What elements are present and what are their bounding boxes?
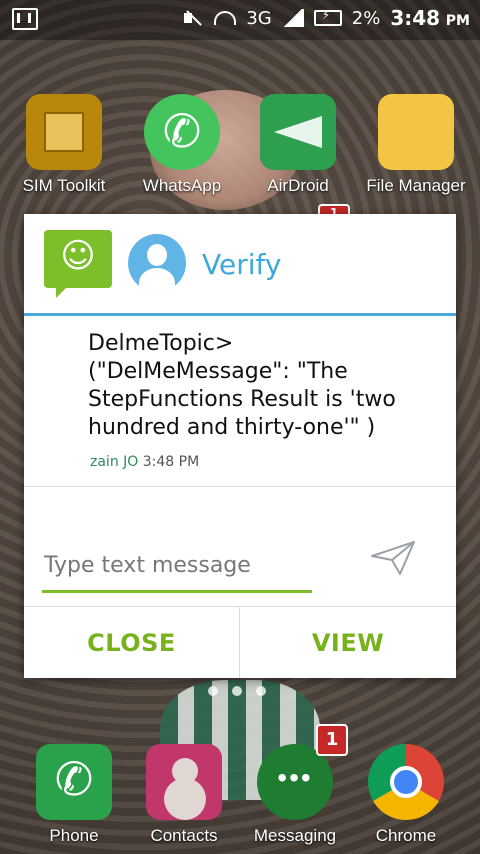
airdroid-icon [260,94,336,170]
divider [24,486,456,487]
app-label: Phone [49,826,99,845]
battery-icon [313,8,342,26]
app-label: File Manager [366,176,466,195]
app-whatsapp[interactable]: WhatsApp [132,94,232,196]
battery-percent: 2% [351,7,381,29]
dialog-header: ☺ Verify [24,214,456,316]
message-sender: zain JO [90,454,139,470]
status-bar: 3G 2% 3:48 PM [0,0,480,40]
signal-icon [281,9,304,27]
page-dot [256,686,266,696]
contact-avatar [128,234,186,292]
gmail-icon [12,8,38,30]
app-label: WhatsApp [142,176,222,195]
sim-card-icon [26,94,102,170]
app-file-manager[interactable]: File Manager [366,94,466,196]
page-dot [232,686,242,696]
app-label: Messaging [253,826,337,845]
message-meta: zain JO 3:48 PM [90,454,199,470]
dock-messaging[interactable]: Messaging [245,744,345,846]
clock: 3:48 PM [390,6,470,30]
close-button[interactable]: CLOSE [24,607,240,678]
view-button[interactable]: VIEW [240,607,456,678]
message-time: 3:48 PM [142,454,200,470]
page-indicator [208,686,266,696]
dock-chrome[interactable]: Chrome [356,744,456,846]
wifi-icon [214,11,237,25]
app-airdroid[interactable]: AirDroid [248,94,348,196]
mute-icon [182,7,204,29]
folder-icon [378,94,454,170]
reply-input[interactable] [42,544,316,586]
app-sim-toolkit[interactable]: SIM Toolkit [14,94,114,196]
whatsapp-icon [144,94,220,170]
app-label: SIM Toolkit [22,176,106,195]
dock-phone[interactable]: Phone [24,744,124,846]
send-icon[interactable] [370,540,416,576]
clock-time: 3:48 [390,6,441,30]
app-label: AirDroid [267,176,329,195]
message-dialog: ☺ Verify DelmeTopic> ("DelMeMessage": "T… [24,214,456,678]
chrome-icon [368,744,444,820]
network-type: 3G [246,7,272,29]
clock-ampm: PM [445,13,470,29]
message-text: DelmeTopic> ("DelMeMessage": "The StepFu… [88,331,396,440]
app-label: Chrome [375,826,437,845]
app-label: Contacts [150,826,218,845]
messaging-app-icon: ☺ [44,230,112,298]
dialog-title: Verify [202,248,282,281]
reply-field[interactable] [42,544,316,593]
dock-contacts[interactable]: Contacts [134,744,234,846]
page-dot [208,686,218,696]
phone-icon [36,744,112,820]
contacts-icon [146,744,222,820]
messaging-badge: 1 [316,724,348,756]
